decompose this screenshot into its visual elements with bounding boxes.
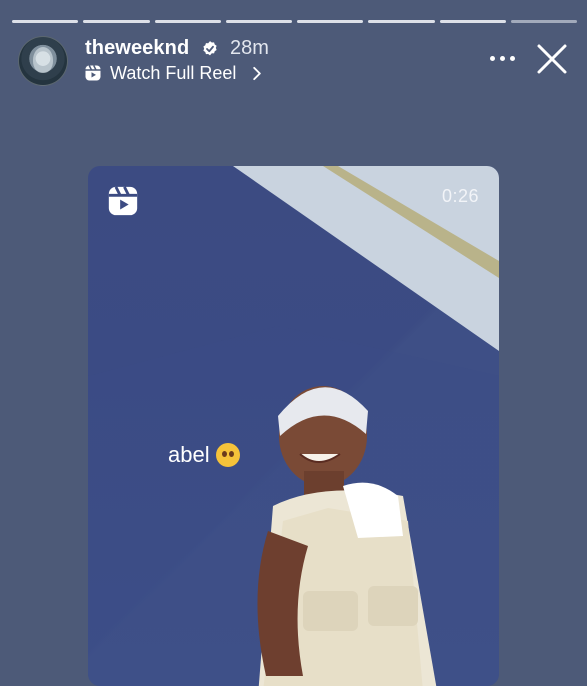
caption-text: abel (168, 442, 210, 467)
post-time: 28m (230, 37, 269, 59)
progress-segment (439, 20, 506, 23)
progress-segment (225, 20, 292, 23)
verified-badge-icon (203, 41, 217, 56)
more-icon-dot (509, 55, 515, 61)
username[interactable]: theweeknd (85, 37, 189, 60)
video-caption: abel (168, 442, 240, 468)
close-icon[interactable] (535, 42, 569, 76)
video-duration: 0:26 (441, 186, 479, 206)
story-progress-bar (12, 20, 577, 23)
reels-icon (108, 186, 138, 216)
pleading-face-emoji-icon (215, 443, 240, 467)
watch-full-reel-link[interactable]: Watch Full Reel (110, 63, 236, 84)
progress-segment-active (510, 20, 577, 23)
more-options-button[interactable] (487, 52, 517, 64)
more-icon (489, 55, 495, 61)
progress-segment (154, 20, 221, 23)
story-header: theweeknd 28m Watch Full Reel (18, 36, 569, 86)
more-icon-dot (499, 55, 505, 61)
progress-segment (83, 20, 150, 23)
performer-figure (257, 386, 437, 686)
avatar[interactable] (18, 36, 68, 86)
reel-video[interactable]: 0:26 abel (88, 166, 499, 686)
chevron-right-icon[interactable] (252, 66, 262, 81)
progress-segment (297, 20, 364, 23)
reel-icon (85, 65, 101, 81)
progress-segment (368, 20, 435, 23)
progress-segment (12, 20, 79, 23)
